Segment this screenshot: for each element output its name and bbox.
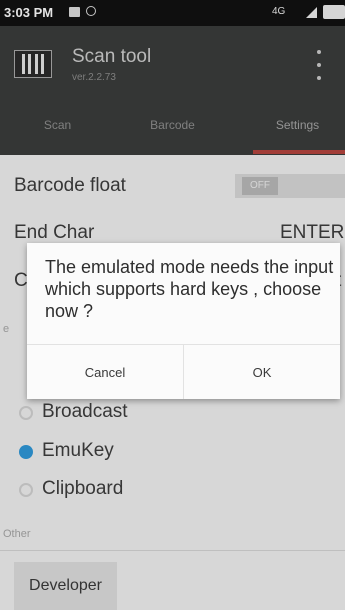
cancel-button[interactable]: Cancel — [27, 345, 183, 399]
dialog-message: The emulated mode needs the input which … — [45, 257, 334, 321]
ok-button[interactable]: OK — [184, 345, 340, 399]
confirm-dialog: The emulated mode needs the input which … — [27, 243, 340, 399]
